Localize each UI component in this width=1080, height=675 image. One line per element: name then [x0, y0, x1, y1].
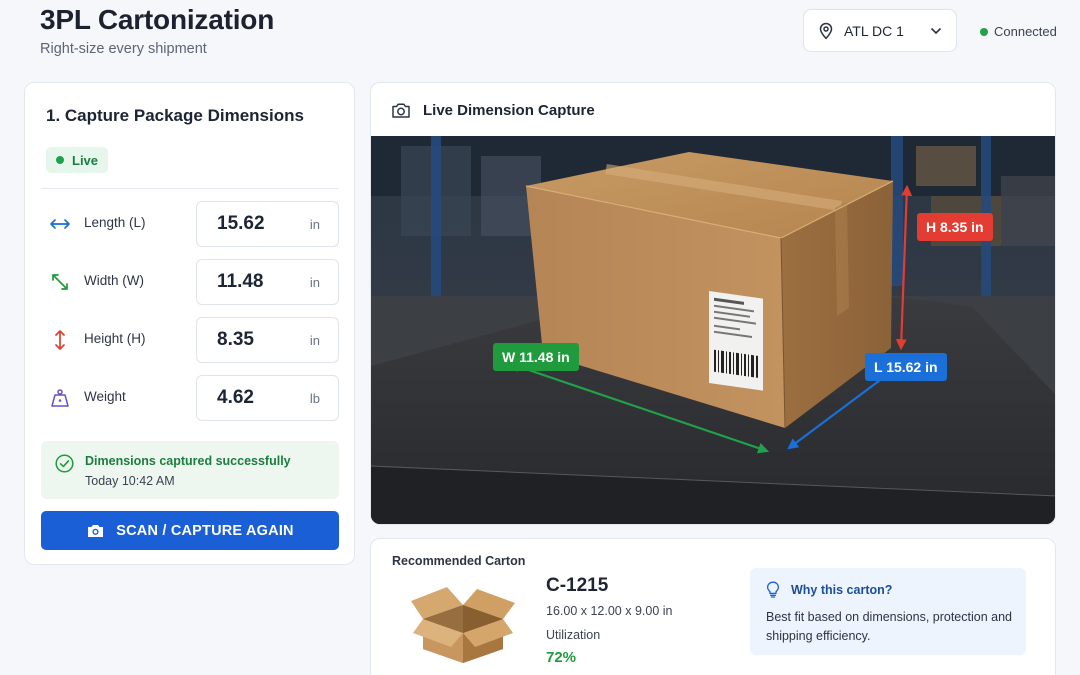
lightbulb-icon	[766, 581, 780, 598]
why-title: Why this carton?	[791, 583, 893, 597]
success-title: Dimensions captured successfully	[85, 454, 291, 468]
app-subtitle: Right-size every shipment	[40, 41, 207, 57]
recommended-carton-panel: Recommended Carton C-1215 16.00 x 12.00 …	[370, 538, 1056, 675]
why-this-carton-note: Why this carton? Best fit based on dimen…	[750, 568, 1026, 655]
camera-icon	[88, 524, 104, 537]
height-value: 8.35	[217, 329, 254, 350]
scan-capture-again-button[interactable]: SCAN / CAPTURE AGAIN	[41, 511, 339, 550]
live-badge: Live	[46, 147, 109, 173]
site-selector[interactable]: ATL DC 1	[803, 9, 957, 52]
capture-success-notice: Dimensions captured successfully Today 1…	[41, 441, 339, 499]
camera-panel-title: Live Dimension Capture	[423, 102, 595, 119]
camera-feed	[371, 136, 1055, 524]
live-badge-label: Live	[72, 152, 99, 168]
width-measure-tag: W 11.48 in	[493, 343, 579, 371]
dimension-label: Width (W)	[84, 273, 144, 288]
weight-icon	[51, 389, 69, 407]
height-unit: in	[309, 333, 320, 348]
panel-title: 1. Capture Package Dimensions	[46, 106, 304, 125]
width-value: 11.48	[217, 271, 264, 292]
carton-size: 16.00 x 12.00 x 9.00 in	[546, 604, 673, 618]
utilization-value: 72%	[546, 649, 577, 666]
divider	[41, 188, 338, 189]
connection-status: Connected	[980, 24, 1057, 39]
why-text: Best fit based on dimensions, protection…	[766, 610, 1012, 643]
location-pin-icon	[819, 22, 833, 39]
diagonal-arrows-icon	[52, 274, 68, 290]
recommended-carton-label: Recommended Carton	[392, 554, 526, 568]
status-dot-icon	[980, 27, 988, 36]
dimension-label: Length (L)	[84, 215, 146, 230]
camera-icon	[392, 103, 410, 118]
length-field[interactable]: 15.62 in	[196, 201, 339, 247]
scan-button-label: SCAN / CAPTURE AGAIN	[116, 522, 294, 539]
width-unit: in	[309, 275, 320, 290]
weight-unit: lb	[309, 391, 320, 406]
live-capture-panel: Live Dimension Capture H 8.35 in W 11.48…	[370, 82, 1056, 525]
app-title: 3PL Cartonization	[40, 4, 275, 35]
utilization-label: Utilization	[546, 628, 601, 642]
dimension-row-width: Width (W) 11.48 in	[25, 259, 354, 305]
dimension-row-weight: Weight 4.62 lb	[25, 375, 354, 421]
camera-panel-header: Live Dimension Capture	[391, 102, 595, 119]
capture-dimensions-panel: 1. Capture Package Dimensions Live Lengt…	[24, 82, 355, 565]
length-value: 15.62	[217, 213, 265, 234]
open-box-icon	[411, 587, 515, 663]
connection-status-label: Connected	[994, 24, 1057, 39]
dimension-row-height: Height (H) 8.35 in	[25, 317, 354, 363]
vertical-arrows-icon	[55, 330, 65, 350]
dimension-label: Weight	[84, 389, 126, 404]
dimension-label: Height (H)	[84, 331, 146, 346]
carton-id: C-1215	[546, 575, 609, 596]
success-timestamp: Today 10:42 AM	[85, 474, 175, 488]
chevron-down-icon	[930, 27, 942, 34]
length-unit: in	[309, 217, 320, 232]
weight-value: 4.62	[217, 387, 254, 408]
weight-field[interactable]: 4.62 lb	[196, 375, 339, 421]
width-field[interactable]: 11.48 in	[196, 259, 339, 305]
site-selector-value: ATL DC 1	[844, 22, 904, 39]
dimension-row-length: Length (L) 15.62 in	[25, 201, 354, 247]
live-dot-icon	[56, 156, 64, 164]
check-circle-icon	[55, 454, 74, 473]
length-measure-tag: L 15.62 in	[865, 353, 947, 381]
height-measure-tag: H 8.35 in	[917, 213, 993, 241]
height-field[interactable]: 8.35 in	[196, 317, 339, 363]
horizontal-arrows-icon	[50, 219, 70, 229]
